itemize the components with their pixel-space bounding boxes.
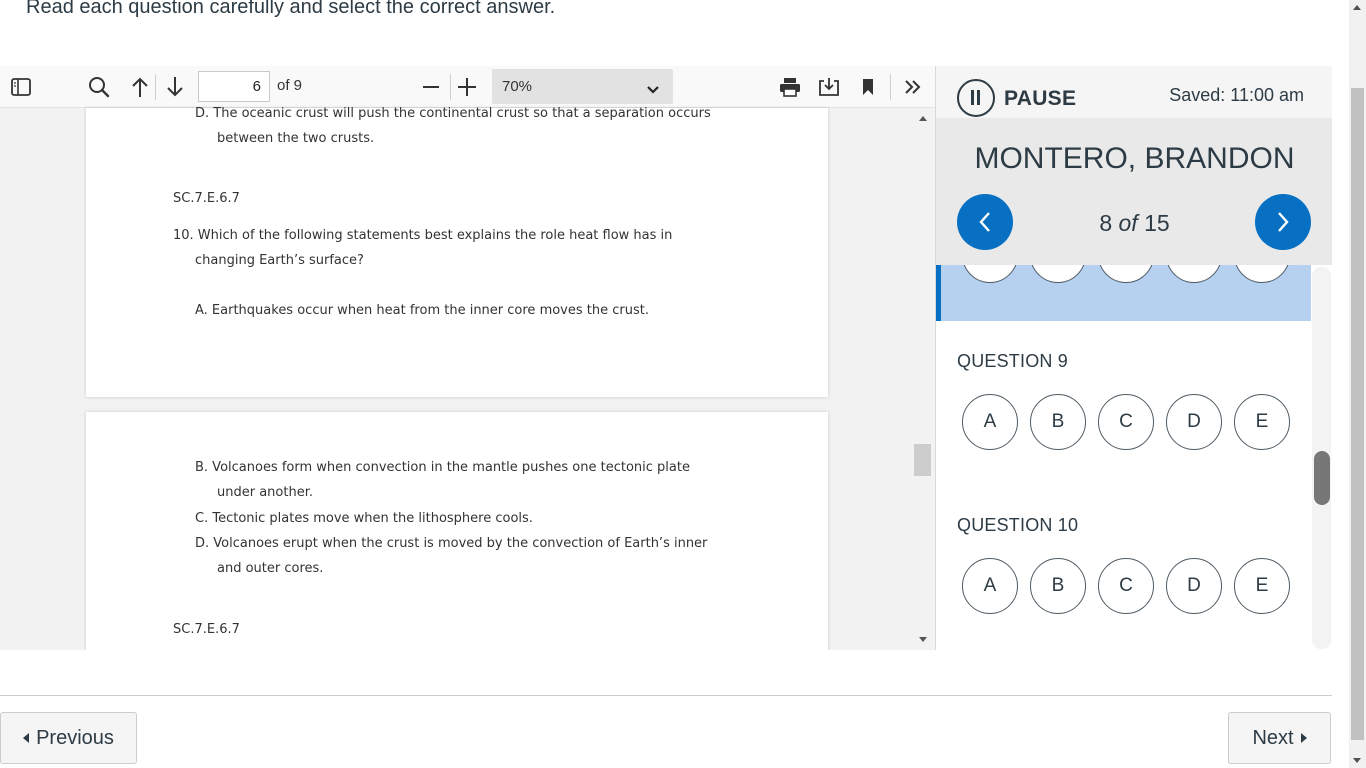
zoom-in-icon[interactable] <box>456 76 478 98</box>
pdf-toolbar: 6 of 9 70% <box>0 66 935 108</box>
pdf-standard-code: SC.7.E.6.7 <box>173 191 240 206</box>
pdf-text-line: between the two crusts. <box>217 131 375 146</box>
counter-of: of <box>1118 210 1138 236</box>
question-list-scrollbar-thumb[interactable] <box>1314 451 1330 505</box>
pdf-text-line: under another. <box>217 485 313 500</box>
counter-total: 15 <box>1144 210 1170 236</box>
scroll-down-arrow-icon[interactable] <box>1353 758 1361 763</box>
previous-button[interactable]: Previous <box>0 712 137 764</box>
pdf-question-text: 10. Which of the following statements be… <box>173 228 673 243</box>
search-icon[interactable] <box>87 76 111 98</box>
toolbar-divider <box>450 74 451 100</box>
pdf-question-text: changing Earth’s surface? <box>195 253 364 268</box>
pdf-answer-option: B. Volcanoes form when convection in the… <box>195 460 690 475</box>
page-number-input[interactable]: 6 <box>198 71 270 102</box>
next-question-button[interactable] <box>1255 194 1311 250</box>
answer-option-b[interactable]: B <box>1030 394 1086 450</box>
bookmark-icon[interactable] <box>858 76 878 98</box>
page-scrollbar[interactable] <box>1349 0 1366 768</box>
answer-option-a[interactable]: A <box>962 394 1018 450</box>
zoom-out-icon[interactable] <box>421 76 441 98</box>
pause-button-label[interactable]: PAUSE <box>1004 87 1076 111</box>
pdf-answer-option: A. Earthquakes occur when heat from the … <box>195 303 649 318</box>
answer-option-b[interactable]: B <box>1030 558 1086 614</box>
question-list-scrollbar[interactable] <box>1312 267 1331 649</box>
chevron-down-icon <box>647 81 659 99</box>
page-scrollbar-thumb[interactable] <box>1351 88 1364 740</box>
chevron-right-icon <box>1278 212 1289 232</box>
counter-current: 8 <box>1099 210 1113 236</box>
more-tools-chevron-icon[interactable] <box>900 76 926 98</box>
panel-header: MONTERO, BRANDON 8 of 15 <box>936 118 1332 265</box>
pdf-scrollbar-thumb[interactable] <box>914 444 931 476</box>
pdf-text-line: and outer cores. <box>217 561 324 576</box>
answer-option-d[interactable]: D <box>1166 558 1222 614</box>
zoom-select[interactable]: 70% <box>492 69 673 104</box>
scroll-up-arrow-icon[interactable] <box>1353 5 1361 10</box>
caret-right-icon <box>1300 733 1307 743</box>
scroll-down-arrow-icon[interactable] <box>919 637 927 642</box>
question-navigator-panel: PAUSE Saved: 11:00 am MONTERO, BRANDON 8… <box>935 66 1332 650</box>
student-name: MONTERO, BRANDON <box>974 142 1295 175</box>
saved-status: Saved: 11:00 am <box>1169 85 1304 105</box>
pdf-scrollbar[interactable] <box>912 108 934 650</box>
next-button[interactable]: Next <box>1228 712 1331 764</box>
answer-option-c[interactable]: C <box>1098 558 1154 614</box>
pause-icon[interactable] <box>957 79 995 117</box>
footer-divider <box>0 695 1332 696</box>
pdf-page: D. The oceanic crust will push the conti… <box>86 106 828 397</box>
toolbar-divider <box>890 74 891 100</box>
answer-option-c[interactable]: C <box>1098 394 1154 450</box>
previous-page-arrow-icon[interactable] <box>129 75 151 99</box>
print-icon[interactable] <box>778 76 802 98</box>
question-list: QUESTION 9 A B C D E QUESTION 10 A B C D… <box>936 265 1332 650</box>
toolbar-divider <box>155 74 156 100</box>
page-total-label: of 9 <box>277 77 303 94</box>
answer-option-a[interactable]: A <box>962 558 1018 614</box>
answer-option-d[interactable]: D <box>1166 394 1222 450</box>
pdf-standard-code: SC.7.E.6.7 <box>173 622 240 637</box>
pdf-answer-option: D. Volcanoes erupt when the crust is mov… <box>195 536 708 551</box>
zoom-value: 70% <box>502 78 533 95</box>
next-button-label: Next <box>1252 726 1294 749</box>
pdf-text-line: D. The oceanic crust will push the conti… <box>195 106 711 121</box>
caret-left-icon <box>23 733 30 743</box>
pdf-viewer: 6 of 9 70% D. The oceanic crust will pus… <box>0 66 935 650</box>
question-title: QUESTION 10 <box>957 515 1079 535</box>
answer-option-e[interactable]: E <box>1234 394 1290 450</box>
pdf-answer-option: C. Tectonic plates move when the lithosp… <box>195 511 533 526</box>
next-page-arrow-icon[interactable] <box>164 75 186 99</box>
quiz-page: Read each question carefully and select … <box>0 0 1366 768</box>
instructions-text: Read each question carefully and select … <box>26 0 556 18</box>
question-title: QUESTION 9 <box>957 351 1069 371</box>
pdf-page: B. Volcanoes form when convection in the… <box>86 412 828 650</box>
download-icon[interactable] <box>817 76 841 98</box>
sidebar-toggle-icon[interactable] <box>10 77 32 97</box>
previous-button-label: Previous <box>36 726 114 749</box>
answer-option-e[interactable]: E <box>1234 558 1290 614</box>
scroll-up-arrow-icon[interactable] <box>919 116 927 121</box>
panel-status-bar: PAUSE Saved: 11:00 am <box>936 66 1332 118</box>
